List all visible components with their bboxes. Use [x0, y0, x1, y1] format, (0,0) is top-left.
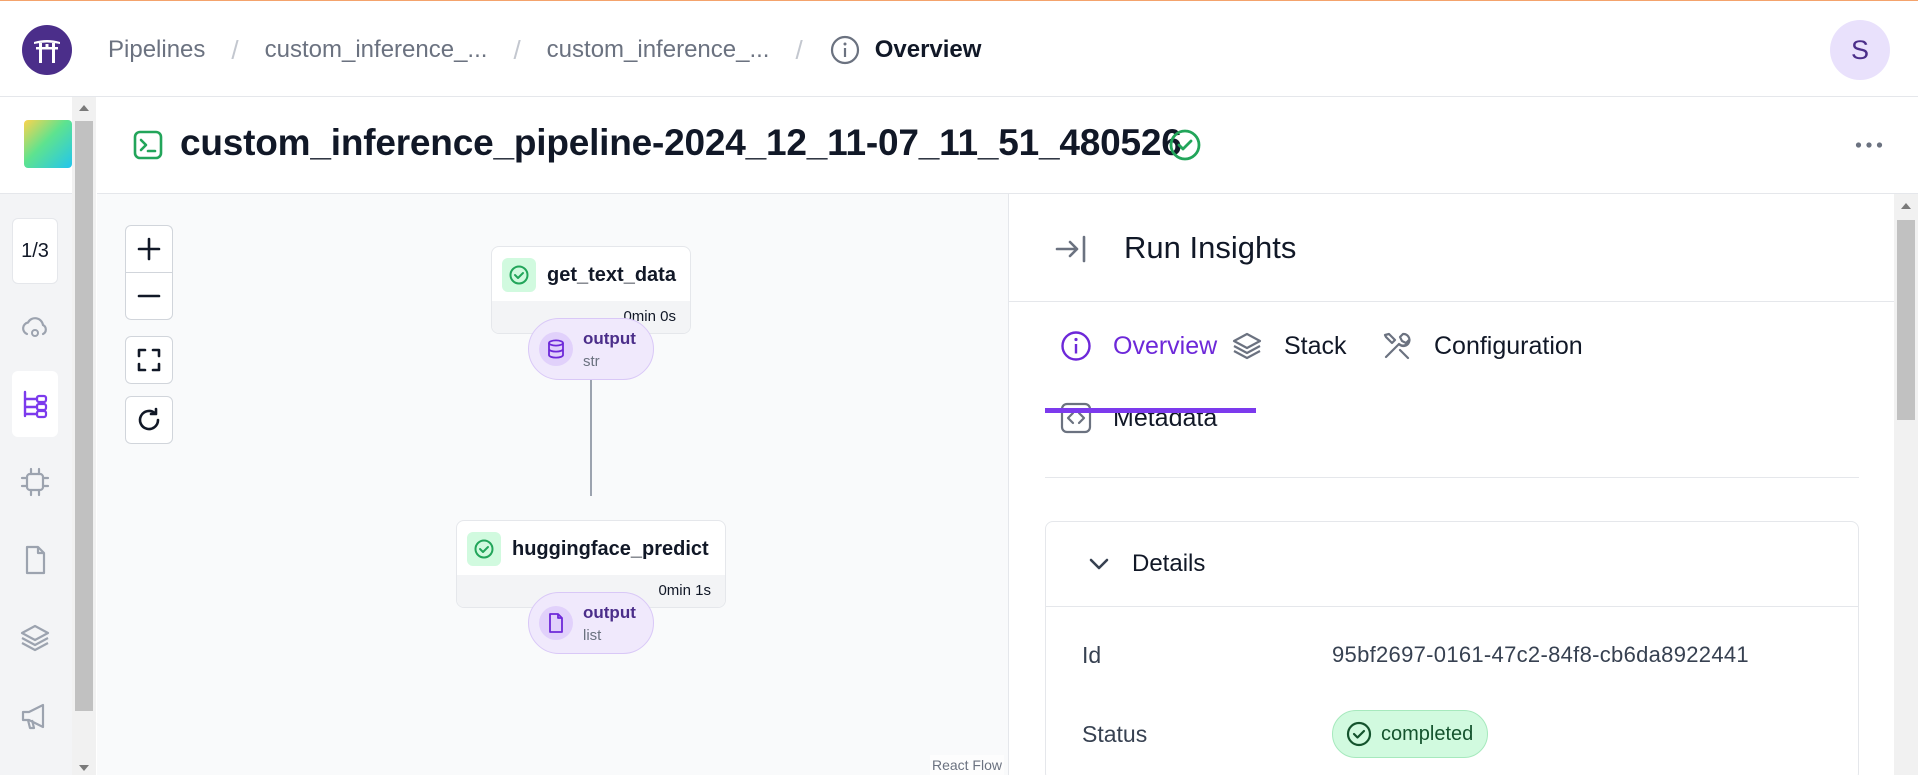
run-title-bar: custom_inference_pipeline-2024_12_11-07_… [97, 97, 1918, 194]
scroll-up-arrow-icon[interactable] [1901, 203, 1911, 209]
breadcrumb: Pipelines / custom_inference_... / custo… [108, 32, 981, 68]
megaphone-icon [21, 703, 45, 730]
artifact-type-icon [539, 606, 573, 640]
tab-label: Stack [1284, 331, 1347, 360]
sidebar-item-overview[interactable] [12, 295, 58, 361]
tab-overview[interactable]: Overview [1059, 316, 1217, 376]
chip-icon [20, 467, 50, 497]
artifact-name: output [583, 603, 636, 622]
details-card: Details Id 95bf2697-0161-47c2-84f8-cb6da… [1045, 521, 1859, 775]
panel-tabs: Overview Stack Configuration Metadata [1045, 302, 1859, 478]
top-header: Pipelines / custom_inference_... / custo… [0, 1, 1918, 97]
dag-artifact-node[interactable]: output list [528, 592, 654, 654]
collapse-panel-icon[interactable] [1053, 231, 1089, 267]
info-icon [830, 35, 859, 65]
breadcrumb-pipelines[interactable]: Pipelines [108, 36, 205, 64]
breadcrumb-run[interactable]: custom_inference_... [547, 36, 770, 64]
run-insights-panel: Run Insights Overview Stack Configuratio… [1009, 194, 1894, 775]
sidebar-item-artifacts[interactable] [12, 527, 58, 593]
artifact-type: list [583, 627, 602, 644]
artifact-name: output [583, 329, 636, 348]
plus-icon [137, 237, 161, 261]
dag-artifact-node[interactable]: output str [528, 318, 654, 380]
detail-label: Status [1082, 720, 1148, 747]
zoom-in-button[interactable] [125, 225, 173, 273]
scroll-thumb[interactable] [1897, 220, 1915, 420]
tab-label: Overview [1113, 331, 1218, 360]
stack-icon [20, 624, 50, 652]
breadcrumb-current: Overview [829, 34, 982, 66]
panel-scrollbar[interactable] [1894, 194, 1918, 775]
database-icon [548, 339, 564, 359]
torii-icon [34, 40, 60, 63]
stack-icon [1232, 332, 1262, 360]
tab-configuration[interactable]: Configuration [1380, 316, 1583, 376]
left-sidebar: 1/3 [0, 97, 96, 775]
dag-edge [590, 380, 592, 496]
scroll-up-arrow-icon[interactable] [79, 105, 89, 111]
sidebar-scrollbar[interactable] [72, 97, 96, 775]
panel-header: Run Insights [1009, 194, 1894, 302]
sidebar-item-announcements[interactable] [12, 683, 58, 749]
status-badge: completed [1332, 710, 1489, 758]
step-name: get_text_data [547, 263, 676, 286]
tab-metadata[interactable]: Metadata [1059, 388, 1217, 448]
refresh-icon [138, 407, 160, 431]
fit-view-button[interactable] [125, 336, 173, 384]
run-id-value: 95bf2697-0161-47c2-84f8-cb6da8922441 [1332, 642, 1749, 667]
tools-icon [1383, 332, 1411, 360]
dag-canvas[interactable]: get_text_data 0min 0s output str hugging… [97, 194, 1009, 775]
app-window: Pipelines / custom_inference_... / custo… [0, 0, 1918, 775]
fullscreen-icon [137, 348, 161, 372]
scroll-thumb[interactable] [75, 121, 93, 711]
user-avatar[interactable]: S [1830, 20, 1890, 80]
breadcrumb-separator: / [231, 34, 239, 65]
details-title: Details [1132, 550, 1206, 577]
status-label: completed [1381, 722, 1474, 745]
breadcrumb-separator: / [795, 34, 803, 65]
status-check-icon [1169, 129, 1201, 161]
step-header: huggingface_predict [457, 521, 725, 577]
scroll-down-arrow-icon[interactable] [79, 765, 89, 771]
workspace-avatar[interactable] [24, 120, 72, 168]
ellipsis-icon [1855, 142, 1883, 148]
check-circle-icon [509, 265, 529, 285]
more-options-button[interactable] [1849, 127, 1889, 163]
step-success-icon [502, 258, 536, 292]
tab-stack[interactable]: Stack [1230, 316, 1347, 376]
check-circle-icon [474, 539, 494, 559]
step-success-icon [467, 532, 501, 566]
tab-label: Configuration [1434, 331, 1583, 360]
code-icon [1060, 402, 1092, 434]
panel-title: Run Insights [1124, 230, 1297, 265]
info-icon [1061, 331, 1091, 361]
sidebar-item-models[interactable] [12, 449, 58, 515]
refresh-button[interactable] [125, 396, 173, 444]
step-header: get_text_data [492, 247, 690, 303]
sidebar-item-pipelines[interactable] [12, 371, 58, 437]
onboarding-counter[interactable]: 1/3 [12, 218, 58, 284]
cloud-icon [22, 317, 47, 337]
check-circle-icon [1346, 721, 1372, 747]
document-icon [25, 545, 46, 575]
active-tab-indicator [1045, 408, 1256, 413]
detail-label: Id [1082, 641, 1102, 668]
breadcrumb-pipeline[interactable]: custom_inference_... [265, 36, 488, 64]
zoom-out-button[interactable] [125, 272, 173, 320]
sidebar-item-stacks[interactable] [12, 605, 58, 671]
step-name: huggingface_predict [512, 537, 709, 560]
details-header[interactable]: Details [1046, 522, 1858, 607]
breadcrumb-current-label: Overview [874, 36, 982, 63]
pipeline-icon [23, 390, 48, 419]
page-title: custom_inference_pipeline-2024_12_11-07_… [180, 122, 1182, 163]
terminal-icon [133, 130, 163, 160]
artifact-type-icon [539, 332, 573, 366]
react-flow-attribution[interactable]: React Flow [929, 755, 1004, 775]
file-icon [549, 613, 563, 633]
breadcrumb-separator: / [513, 34, 521, 65]
chevron-down-icon [1089, 558, 1109, 570]
minus-icon [137, 294, 161, 298]
artifact-type: str [583, 353, 600, 370]
zenml-logo[interactable] [22, 25, 72, 75]
